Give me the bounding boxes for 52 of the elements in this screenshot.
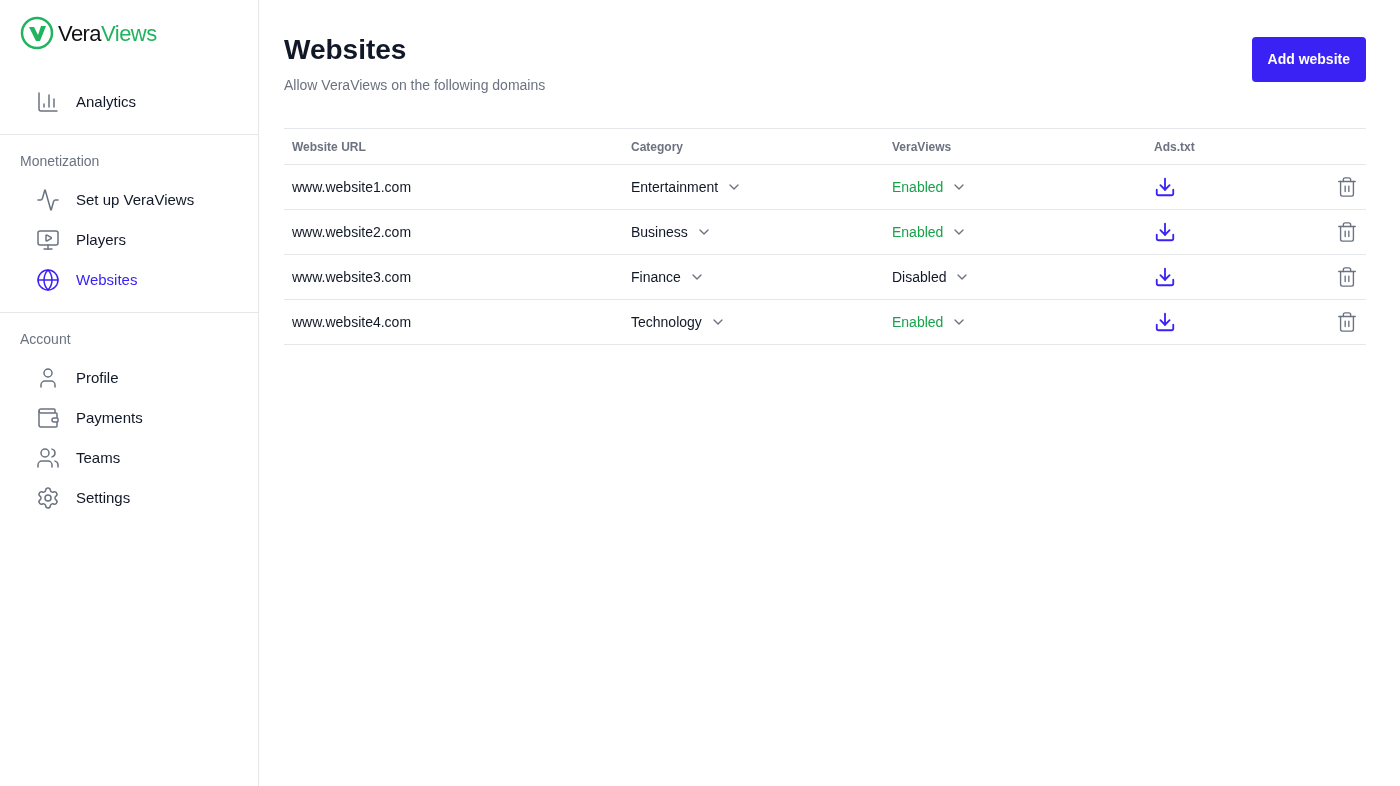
nav-item[interactable]: Settings <box>0 478 258 518</box>
download-button[interactable] <box>1154 266 1176 288</box>
download-icon <box>1154 176 1176 198</box>
play-screen-icon <box>36 228 60 252</box>
download-button[interactable] <box>1154 176 1176 198</box>
users-icon <box>36 446 60 470</box>
trash-icon <box>1336 221 1358 243</box>
nav-item[interactable]: Payments <box>0 398 258 438</box>
nav-item[interactable]: Players <box>0 220 258 260</box>
section-heading: Account <box>19 330 72 349</box>
category-dropdown[interactable]: Entertainment <box>631 176 743 198</box>
page-subtitle: Allow VeraViews on the following domains <box>284 76 546 95</box>
logo-icon <box>20 16 54 50</box>
download-icon <box>1154 311 1176 333</box>
category-dropdown[interactable]: Business <box>631 221 712 243</box>
wallet-icon <box>36 406 60 430</box>
download-button[interactable] <box>1154 311 1176 333</box>
page-title: Websites <box>284 33 408 67</box>
url-cell-text: www.website1.com <box>292 177 412 197</box>
column-header: VeraViews <box>892 138 952 156</box>
globe-icon <box>36 268 60 292</box>
logo-text: Vera <box>58 20 102 46</box>
nav-item[interactable]: Teams <box>0 438 258 478</box>
status-dropdown[interactable]: Disabled <box>892 266 971 288</box>
column-header: Ads.txt <box>1154 138 1195 156</box>
delete-button[interactable] <box>1336 176 1358 198</box>
download-icon <box>1154 266 1176 288</box>
delete-button[interactable] <box>1336 221 1358 243</box>
column-header: Website URL <box>292 138 366 156</box>
bar-chart-icon <box>36 90 60 114</box>
delete-button[interactable] <box>1336 311 1358 333</box>
trash-icon <box>1336 176 1358 198</box>
pulse-icon <box>36 188 60 212</box>
nav-item[interactable]: Websites <box>0 260 258 300</box>
trash-icon <box>1336 266 1358 288</box>
add-website-button[interactable]: Add website <box>1251 37 1366 82</box>
nav-item[interactable]: Profile <box>0 358 258 398</box>
download-icon <box>1154 221 1176 243</box>
settings-icon <box>36 486 60 510</box>
url-cell-text: www.website3.com <box>292 267 412 287</box>
nav-item[interactable]: Set up VeraViews <box>0 180 258 220</box>
logo-text: Views <box>101 20 157 46</box>
category-dropdown[interactable]: Technology <box>631 311 726 333</box>
url-cell-text: www.website2.com <box>292 222 412 242</box>
nav-item[interactable]: Analytics <box>0 82 258 122</box>
url-cell-text: www.website4.com <box>292 312 412 332</box>
column-header: Category <box>631 138 683 156</box>
section-heading: Monetization <box>19 152 101 171</box>
category-dropdown[interactable]: Finance <box>631 266 705 288</box>
trash-icon <box>1336 311 1358 333</box>
delete-button[interactable] <box>1336 266 1358 288</box>
download-button[interactable] <box>1154 221 1176 243</box>
